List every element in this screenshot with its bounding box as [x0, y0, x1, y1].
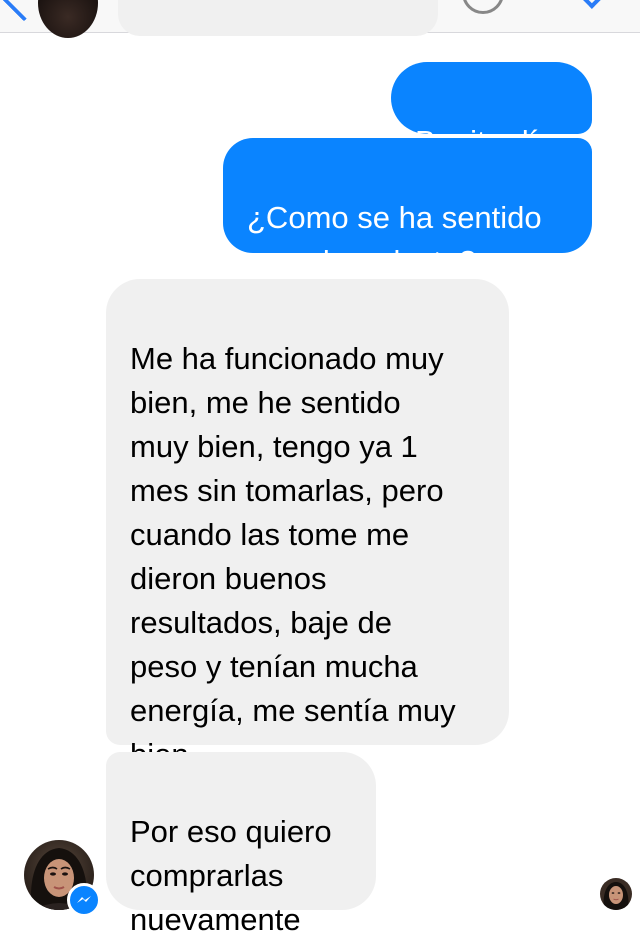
seen-avatar: [600, 878, 632, 910]
chat-screen: Karla Mota Bonito día ¿Como se ha sentid…: [0, 0, 640, 950]
incoming-message[interactable]: Me ha funcionado muy bien, me he sentido…: [106, 279, 509, 772]
message-text: Me ha funcionado muy bien, me he sentido…: [130, 341, 456, 772]
outgoing-message[interactable]: ¿Como se ha sentido con el producto?: [223, 138, 592, 279]
message-text: ¿Como se ha sentido con el producto?: [247, 200, 542, 279]
outgoing-message[interactable]: Bonito día: [391, 62, 592, 159]
previous-message-bubble: [118, 0, 438, 36]
messenger-icon: [67, 883, 101, 917]
incoming-message[interactable]: Por eso quiero comprarlas nuevamente: [106, 752, 376, 937]
message-text: Por eso quiero comprarlas nuevamente: [130, 814, 332, 937]
